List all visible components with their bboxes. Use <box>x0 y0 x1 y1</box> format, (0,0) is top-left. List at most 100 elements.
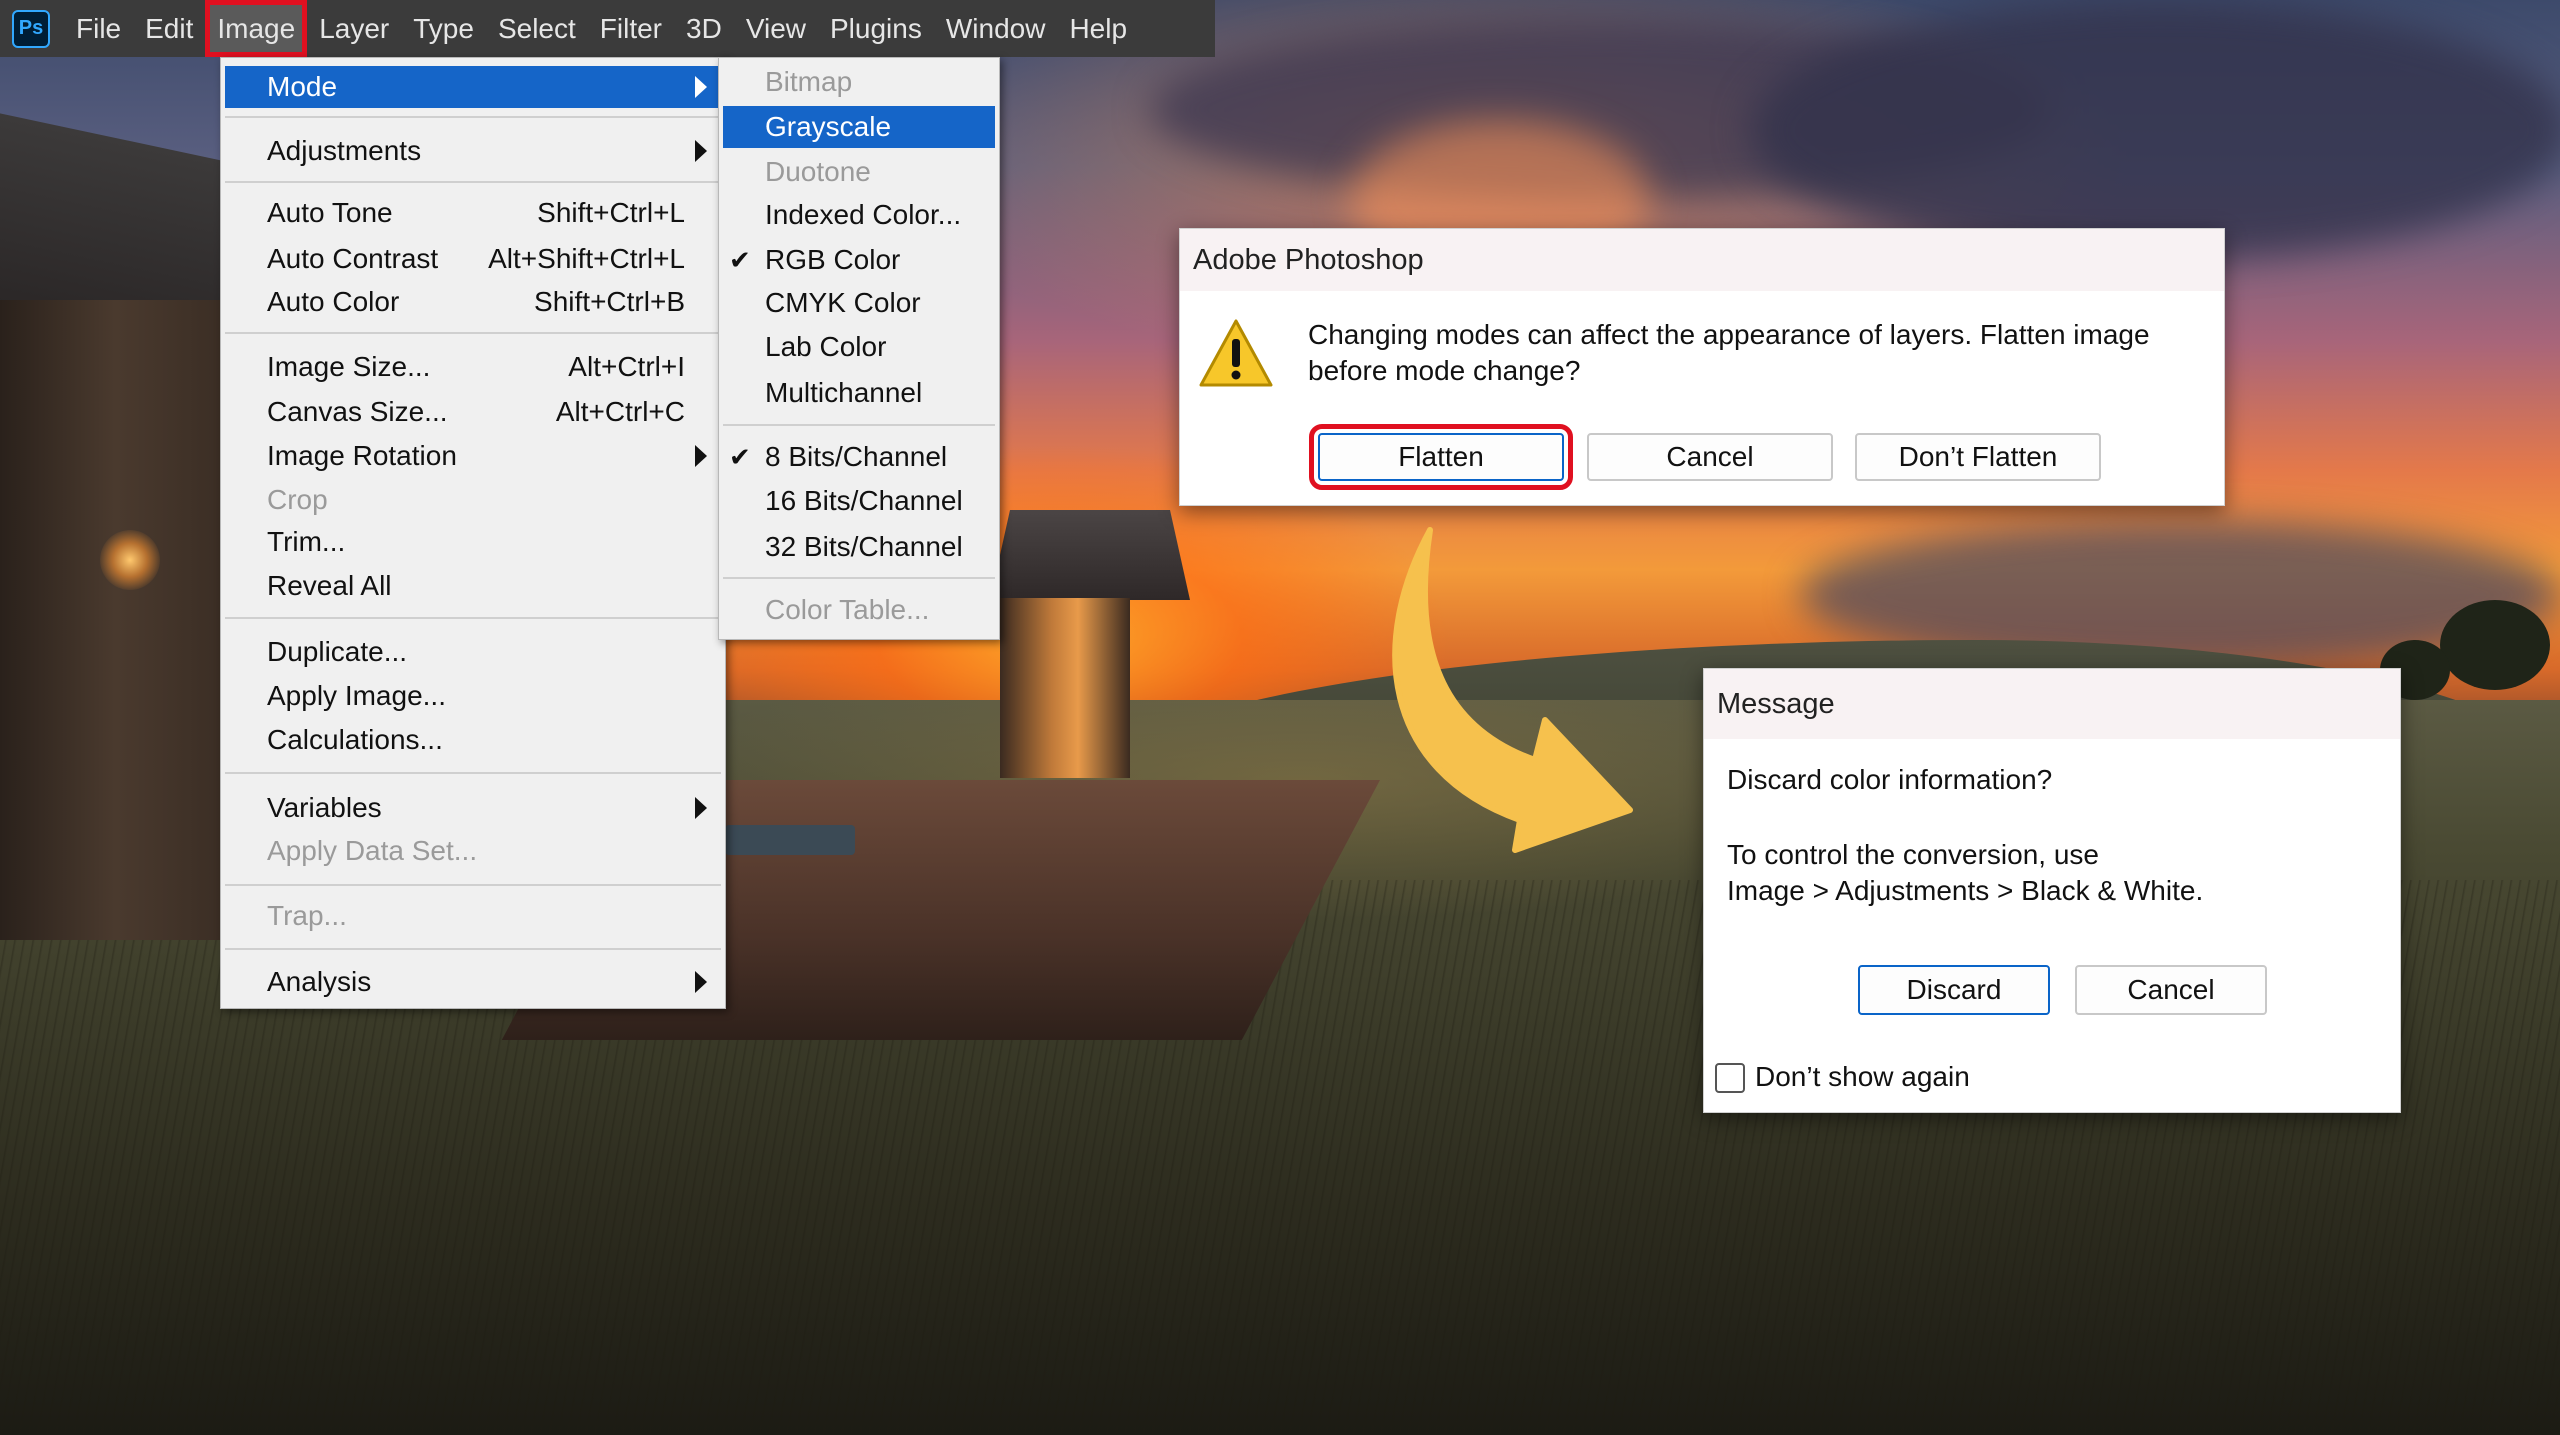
menu-item-label: Multichannel <box>765 377 923 408</box>
mode-item-duotone: Duotone <box>723 151 995 193</box>
submenu-arrow-icon <box>695 971 707 993</box>
menu-divider <box>225 181 721 183</box>
dont-show-again-checkbox[interactable] <box>1715 1063 1745 1093</box>
menu-item-auto-color[interactable]: Auto Color Shift+Ctrl+B <box>225 281 721 323</box>
submenu-arrow-icon <box>695 445 707 467</box>
mode-submenu: Bitmap Grayscale Duotone Indexed Color..… <box>718 57 1000 640</box>
menu-item-label: 32 Bits/Channel <box>765 531 963 562</box>
mode-item-indexed-color[interactable]: Indexed Color... <box>723 194 995 236</box>
menu-item-auto-tone[interactable]: Auto Tone Shift+Ctrl+L <box>225 192 721 234</box>
menu-item-variables[interactable]: Variables <box>225 787 721 829</box>
menu-item-auto-contrast[interactable]: Auto Contrast Alt+Shift+Ctrl+L <box>225 238 721 280</box>
menu-item-shortcut: Alt+Ctrl+I <box>568 351 685 382</box>
menu-item-calculations[interactable]: Calculations... <box>225 719 721 761</box>
menu-item-label: Auto Contrast <box>267 243 439 274</box>
mode-item-lab-color[interactable]: Lab Color <box>723 326 995 368</box>
menu-item-label: Trap... <box>267 900 347 931</box>
dialog-question: Discard color information? <box>1727 764 2053 795</box>
menu-item-shortcut: Alt+Shift+Ctrl+L <box>488 243 685 274</box>
menu-item-label: Bitmap <box>765 66 853 97</box>
menu-item-label: Apply Data Set... <box>267 835 478 866</box>
menu-item-trim[interactable]: Trim... <box>225 521 721 563</box>
menu-item-label: 8 Bits/Channel <box>765 441 948 472</box>
menu-3d[interactable]: 3D <box>674 0 734 57</box>
menu-item-label: Crop <box>267 484 328 515</box>
menu-edit[interactable]: Edit <box>133 0 205 57</box>
menu-item-label: Duotone <box>765 156 871 187</box>
discard-button[interactable]: Discard <box>1858 965 2050 1015</box>
menu-item-trap: Trap... <box>225 895 721 937</box>
cancel-button[interactable]: Cancel <box>2075 965 2267 1015</box>
menu-item-shortcut: Shift+Ctrl+L <box>537 197 685 228</box>
menu-item-label: Variables <box>267 792 382 823</box>
submenu-arrow-icon <box>695 76 707 98</box>
menu-item-label: Color Table... <box>765 594 930 625</box>
tree <box>2440 600 2550 690</box>
checkmark-icon: ✔ <box>729 245 751 275</box>
menu-item-mode[interactable]: Mode <box>225 66 721 108</box>
dont-flatten-button[interactable]: Don’t Flatten <box>1855 433 2101 481</box>
menu-filter[interactable]: Filter <box>588 0 674 57</box>
submenu-arrow-icon <box>695 797 707 819</box>
mode-item-rgb-color[interactable]: ✔ RGB Color <box>723 239 995 281</box>
menu-item-label: Auto Tone <box>267 197 393 228</box>
menu-item-adjustments[interactable]: Adjustments <box>225 130 721 172</box>
menu-item-image-size[interactable]: Image Size... Alt+Ctrl+I <box>225 346 721 388</box>
mode-item-bitmap: Bitmap <box>723 61 995 103</box>
menu-divider <box>225 617 721 619</box>
menu-item-label: Image Rotation <box>267 440 457 471</box>
menu-bar: Ps File Edit Image Layer Type Select Fil… <box>0 0 1215 57</box>
menu-item-shortcut: Shift+Ctrl+B <box>534 286 685 317</box>
menu-image[interactable]: Image <box>205 0 308 57</box>
lounger <box>725 825 855 855</box>
menu-item-label: Apply Image... <box>267 680 446 711</box>
dialog-hint-line: To control the conversion, use <box>1727 839 2099 870</box>
cloud <box>1750 0 2560 260</box>
mode-item-cmyk-color[interactable]: CMYK Color <box>723 282 995 324</box>
menu-item-label: Analysis <box>267 966 372 997</box>
menu-divider <box>225 948 721 950</box>
menu-divider <box>723 424 995 426</box>
mode-item-multichannel[interactable]: Multichannel <box>723 372 995 414</box>
menu-help[interactable]: Help <box>1057 0 1139 57</box>
mode-item-8-bits[interactable]: ✔ 8 Bits/Channel <box>723 436 995 478</box>
menu-item-label: Trim... <box>267 526 346 557</box>
menu-item-image-rotation[interactable]: Image Rotation <box>225 435 721 477</box>
menu-item-apply-image[interactable]: Apply Image... <box>225 675 721 717</box>
menu-item-apply-data-set: Apply Data Set... <box>225 830 721 872</box>
menu-item-shortcut: Alt+Ctrl+C <box>555 396 685 427</box>
house-wall <box>0 300 230 940</box>
menu-item-label: Lab Color <box>765 331 887 362</box>
submenu-arrow-icon <box>695 140 707 162</box>
menu-item-analysis[interactable]: Analysis <box>225 961 721 1003</box>
menu-divider <box>225 116 721 118</box>
menu-select[interactable]: Select <box>486 0 588 57</box>
flatten-button[interactable]: Flatten <box>1309 424 1573 490</box>
menu-type[interactable]: Type <box>401 0 486 57</box>
menu-item-label: Image Size... <box>267 351 431 382</box>
menu-item-label: Mode <box>267 71 338 102</box>
mode-item-16-bits[interactable]: 16 Bits/Channel <box>723 480 995 522</box>
menu-item-label: CMYK Color <box>765 287 921 318</box>
menu-view[interactable]: View <box>734 0 818 57</box>
photoshop-logo-icon[interactable]: Ps <box>12 9 50 48</box>
menu-plugins[interactable]: Plugins <box>818 0 934 57</box>
menu-item-label: Calculations... <box>267 724 443 755</box>
pavilion <box>1000 598 1130 778</box>
menu-item-label: Reveal All <box>267 570 392 601</box>
menu-item-label: Canvas Size... <box>267 396 448 427</box>
mode-item-grayscale[interactable]: Grayscale <box>723 106 995 148</box>
menu-item-duplicate[interactable]: Duplicate... <box>225 631 721 673</box>
cancel-button[interactable]: Cancel <box>1587 433 1833 481</box>
menu-divider <box>225 332 721 334</box>
menu-file[interactable]: File <box>64 0 133 57</box>
menu-item-label: Auto Color <box>267 286 400 317</box>
menu-layer[interactable]: Layer <box>307 0 401 57</box>
menu-item-label: Grayscale <box>765 111 892 142</box>
menu-item-reveal-all[interactable]: Reveal All <box>225 565 721 607</box>
menu-window[interactable]: Window <box>934 0 1058 57</box>
menu-item-canvas-size[interactable]: Canvas Size... Alt+Ctrl+C <box>225 391 721 433</box>
dialog-message-line: Changing modes can affect the appearance… <box>1308 319 2150 350</box>
mode-item-32-bits[interactable]: 32 Bits/Channel <box>723 526 995 568</box>
dialog-hint-line: Image > Adjustments > Black & White. <box>1727 875 2204 906</box>
